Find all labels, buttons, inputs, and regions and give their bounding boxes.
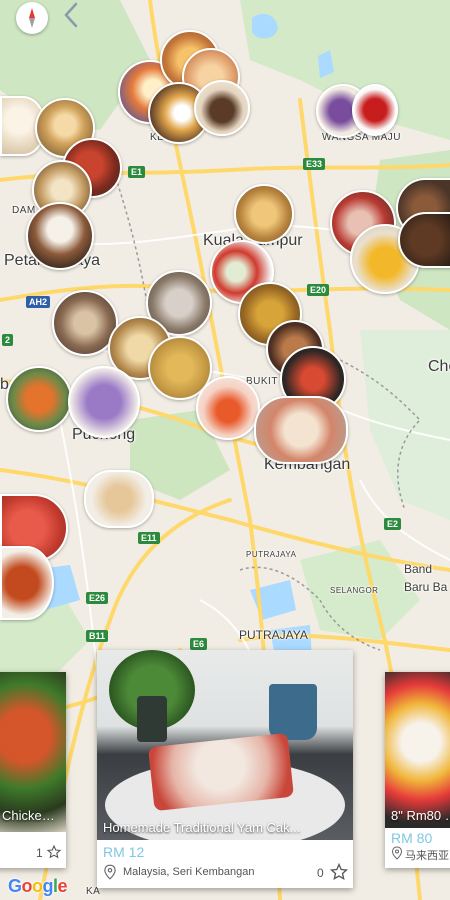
like-count: 0: [317, 866, 324, 880]
food-marker[interactable]: [6, 366, 72, 432]
star-icon[interactable]: [329, 862, 349, 882]
compass-icon: [29, 8, 35, 28]
road-shield: 2: [2, 334, 14, 346]
listing-title: 8" Rm80 wi...: [391, 808, 450, 823]
road-shield: E1: [128, 166, 146, 178]
road-shield: B11: [86, 630, 109, 642]
place-label: Band: [404, 562, 433, 576]
food-marker[interactable]: [84, 470, 154, 528]
food-marker[interactable]: [398, 212, 450, 268]
food-marker[interactable]: [194, 80, 250, 136]
road-shield: E26: [86, 592, 109, 604]
star-icon[interactable]: [46, 844, 62, 860]
food-marker[interactable]: [352, 84, 398, 136]
place-label: PUTRAJAYA: [239, 628, 308, 642]
listing-price: RM 80: [391, 830, 433, 846]
place-label: Che: [428, 358, 450, 375]
food-marker[interactable]: [234, 184, 294, 244]
compass-button[interactable]: [16, 2, 48, 34]
listing-title: Homemade Traditional Yam Cak...: [103, 820, 301, 835]
food-marker[interactable]: [68, 366, 140, 438]
listing-location: Malaysia, Seri Kembangan: [123, 866, 255, 878]
listing-card[interactable]: Chicken ... 1: [0, 672, 66, 868]
location-pin-icon: [391, 846, 403, 860]
road-shield: E20: [307, 284, 330, 296]
food-marker[interactable]: [196, 376, 260, 440]
road-shield: E6: [190, 638, 208, 650]
listing-location: 马来西亚, 加...: [405, 850, 450, 862]
place-label: SELANGOR: [330, 586, 379, 595]
food-marker[interactable]: [26, 202, 94, 270]
road-shield: AH2: [26, 296, 51, 308]
road-shield: E2: [384, 518, 402, 530]
road-shield: E33: [303, 158, 326, 170]
place-label: PUTRAJAYA: [246, 550, 297, 559]
google-logo: Google: [8, 876, 68, 896]
listing-photo: [97, 650, 353, 840]
place-label: Baru Ba: [404, 580, 448, 594]
plant-pot: [137, 696, 167, 742]
listing-title: Chicken ...: [2, 808, 60, 823]
back-button[interactable]: [58, 0, 84, 30]
listing-price: RM 12: [103, 844, 145, 860]
listing-photo: [385, 672, 450, 828]
cup: [269, 684, 317, 740]
road-shield: E11: [138, 532, 160, 544]
food-marker[interactable]: [254, 396, 348, 464]
listing-card[interactable]: Homemade Traditional Yam Cak... RM 12 Ma…: [97, 650, 353, 888]
chevron-left-icon: [64, 2, 78, 28]
location-pin-icon: [104, 864, 116, 880]
listing-card[interactable]: 8" Rm80 wi... RM 80 马来西亚, 加...: [385, 672, 450, 868]
like-count: 1: [36, 846, 43, 860]
food-marker[interactable]: [0, 546, 54, 620]
